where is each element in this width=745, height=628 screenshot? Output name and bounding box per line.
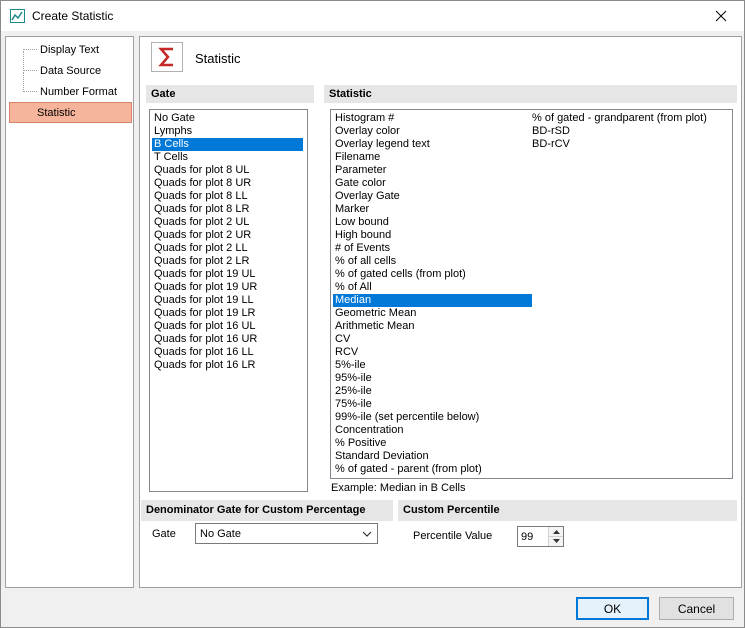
statistic-list-item[interactable]: % of all cells [333,255,532,268]
statistic-list-item[interactable]: Marker [333,203,532,216]
gate-list-item[interactable]: Quads for plot 19 LR [152,307,303,320]
gate-list-item[interactable]: Quads for plot 19 UR [152,281,303,294]
chart-app-icon [10,9,25,23]
statistic-list-item[interactable]: Standard Deviation [333,450,532,463]
spin-up-button[interactable] [549,527,563,536]
gate-list-item[interactable]: Quads for plot 8 LR [152,203,303,216]
dropdown-value: No Gate [200,528,241,540]
percentile-value: 99 [521,531,534,543]
statistic-panel: Statistic Gate No Gate Lymphs B Cells T Cel… [139,36,742,588]
cancel-button[interactable]: Cancel [659,597,734,620]
statistic-list-item[interactable]: % of gated - grandparent (from plot) [530,112,730,125]
gate-list-item[interactable]: Quads for plot 16 UL [152,320,303,333]
page-title: Statistic [195,51,241,66]
nav-item-display-text[interactable]: Display Text [9,40,132,60]
gate-list-item[interactable]: Quads for plot 19 LL [152,294,303,307]
statistic-list-item[interactable]: Concentration [333,424,532,437]
statistic-list-item[interactable]: % of gated cells (from plot) [333,268,532,281]
statistic-list-item[interactable]: Arithmetic Mean [333,320,532,333]
gate-label: Gate [152,528,176,540]
gate-section-header: Gate [146,85,314,103]
chevron-down-icon [362,531,372,537]
triangle-up-icon [552,529,560,534]
title-bar: Create Statistic [1,1,744,31]
nav-item-number-format[interactable]: Number Format [9,72,132,102]
statistic-list-item[interactable]: RCV [333,346,532,359]
gate-list-item[interactable]: Quads for plot 2 LR [152,255,303,268]
gate-list-item[interactable]: B Cells [152,138,303,151]
statistic-listbox[interactable]: Histogram # Overlay color Overlay legend t… [330,109,733,479]
gate-list-item[interactable]: Quads for plot 8 UL [152,164,303,177]
gate-list-item[interactable]: T Cells [152,151,303,164]
statistic-list-item[interactable]: 25%-ile [333,385,532,398]
ok-button[interactable]: OK [576,597,649,620]
nav-item-label: Display Text [40,44,100,56]
statistic-list-item[interactable]: % Positive [333,437,532,450]
statistic-list-item[interactable]: Parameter [333,164,532,177]
gate-list-item[interactable]: Quads for plot 19 UL [152,268,303,281]
close-button[interactable] [698,1,744,31]
statistic-section-header: Statistic [324,85,737,103]
gate-listbox[interactable]: No Gate Lymphs B Cells T Cells Quads for plo… [149,109,308,492]
navigation-tree: Display Text Data Source Number Format S… [5,36,134,588]
statistic-list-item[interactable]: Overlay legend text [333,138,532,151]
nav-item-label: Statistic [37,107,76,119]
percentile-value-label: Percentile Value [413,530,493,542]
statistic-list-item[interactable]: Histogram # [333,112,532,125]
gate-list-item[interactable]: Quads for plot 16 UR [152,333,303,346]
spin-down-button[interactable] [549,536,563,545]
example-text: Example: Median in B Cells [331,482,466,494]
statistic-list-item[interactable]: Median [333,294,532,307]
gate-list-item[interactable]: Quads for plot 8 LL [152,190,303,203]
statistic-list-item[interactable]: 95%-ile [333,372,532,385]
create-statistic-dialog: Create Statistic Display Text Data Sourc… [0,0,745,628]
denominator-section-header: Denominator Gate for Custom Percentage [141,500,393,521]
statistic-list-item[interactable]: Overlay Gate [333,190,532,203]
statistic-list-item[interactable]: 5%-ile [333,359,532,372]
statistic-list-item[interactable]: BD-rSD [530,125,730,138]
statistic-list-item[interactable]: Filename [333,151,532,164]
close-icon [715,10,727,22]
gate-list-item[interactable]: Quads for plot 8 UR [152,177,303,190]
statistic-list-item[interactable]: CV [333,333,532,346]
statistic-list-item[interactable]: # of Events [333,242,532,255]
statistic-list-item[interactable]: 75%-ile [333,398,532,411]
gate-list-item[interactable]: No Gate [152,112,303,125]
gate-list-item[interactable]: Quads for plot 2 UR [152,229,303,242]
nav-item-label: Number Format [40,86,118,98]
statistic-list-item[interactable]: 99%-ile (set percentile below) [333,411,532,424]
denominator-gate-dropdown[interactable]: No Gate [195,523,378,544]
statistic-list-item[interactable]: Overlay color [333,125,532,138]
gate-list-item[interactable]: Quads for plot 16 LR [152,359,303,372]
statistic-list-item[interactable]: BD-rCV [530,138,730,151]
nav-item-label: Data Source [40,65,102,77]
gate-list-item[interactable]: Lymphs [152,125,303,138]
percentile-value-stepper[interactable]: 99 [517,526,564,547]
statistic-list-item[interactable]: Gate color [333,177,532,190]
statistic-list-item[interactable]: Low bound [333,216,532,229]
nav-item-data-source[interactable]: Data Source [9,51,132,81]
nav-item-statistic[interactable]: Statistic [9,102,132,123]
gate-list-item[interactable]: Quads for plot 16 LL [152,346,303,359]
sigma-icon [151,42,183,72]
window-title: Create Statistic [32,9,114,23]
triangle-down-icon [552,539,560,543]
statistic-list-item[interactable]: % of All [333,281,532,294]
statistic-list-item[interactable]: % of gated - parent (from plot) [333,463,532,476]
gate-list-item[interactable]: Quads for plot 2 UL [152,216,303,229]
percentile-section-header: Custom Percentile [398,500,737,521]
gate-list-item[interactable]: Quads for plot 2 LL [152,242,303,255]
statistic-list-item[interactable]: High bound [333,229,532,242]
statistic-list-item[interactable]: Geometric Mean [333,307,532,320]
